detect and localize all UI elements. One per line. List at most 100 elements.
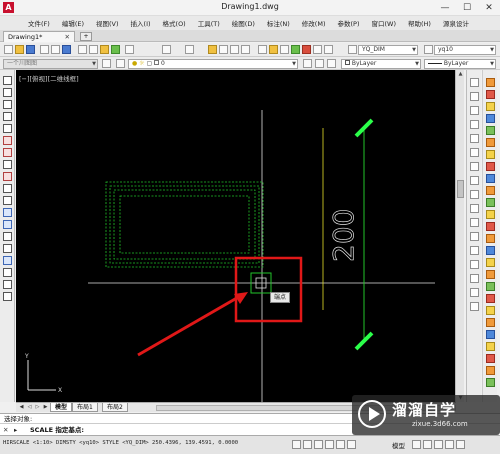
zoom-previous-icon[interactable] (241, 45, 250, 54)
rectangle-2[interactable] (109, 185, 260, 264)
polar-tracking-icon[interactable] (325, 440, 334, 449)
plugin-tool-13-icon[interactable] (486, 222, 495, 231)
make-block-icon[interactable] (3, 220, 12, 229)
trim-icon[interactable] (470, 204, 479, 213)
spline-icon[interactable] (3, 172, 12, 181)
plugin-tool-8-icon[interactable] (486, 162, 495, 171)
last-tab-icon[interactable]: ▶ (42, 404, 49, 411)
snap-mode-icon[interactable] (292, 440, 301, 449)
tab-layout1[interactable]: 布局1 (72, 403, 98, 412)
plugin-tool-11-icon[interactable] (486, 198, 495, 207)
plugin-tool-15-icon[interactable] (486, 246, 495, 255)
quick-view-icon[interactable] (412, 440, 421, 449)
rectangle-inner[interactable] (119, 195, 250, 254)
erase-icon[interactable] (470, 78, 479, 87)
break-at-point-icon[interactable] (470, 232, 479, 241)
pan-icon[interactable] (208, 45, 217, 54)
first-tab-icon[interactable]: ◀ (18, 404, 25, 411)
ellipse-icon[interactable] (3, 184, 12, 193)
new-tab-button[interactable]: + (80, 32, 92, 41)
rotate-icon[interactable] (470, 162, 479, 171)
rectangle-3[interactable] (113, 189, 256, 260)
grid-display-icon[interactable] (303, 440, 312, 449)
plugin-tool-20-icon[interactable] (486, 306, 495, 315)
move-icon[interactable] (470, 148, 479, 157)
properties-icon[interactable] (258, 45, 267, 54)
design-center-icon[interactable] (269, 45, 278, 54)
polygon-icon[interactable] (3, 112, 12, 121)
fillet-icon[interactable] (470, 288, 479, 297)
mirror-icon[interactable] (470, 106, 479, 115)
plugin-tool-18-icon[interactable] (486, 282, 495, 291)
circle-icon[interactable] (3, 148, 12, 157)
tab-drawing1[interactable]: Drawing1* ✕ (3, 31, 75, 42)
menu-parametric[interactable]: 参数(P) (331, 18, 365, 28)
quickcalc-icon[interactable] (313, 45, 322, 54)
stretch-icon[interactable] (470, 190, 479, 199)
plugin-tool-21-icon[interactable] (486, 318, 495, 327)
layer-previous-icon[interactable] (315, 59, 324, 68)
make-current-layer-icon[interactable] (303, 59, 312, 68)
maximize-button[interactable]: ☐ (456, 0, 478, 16)
rectangle-icon[interactable] (3, 124, 12, 133)
region-icon[interactable] (3, 268, 12, 277)
scroll-thumb[interactable] (457, 180, 464, 198)
gradient-icon[interactable] (3, 256, 12, 265)
tool-palettes-icon[interactable] (280, 45, 289, 54)
polyline-icon[interactable] (3, 100, 12, 109)
construction-line-icon[interactable] (3, 88, 12, 97)
layer-select[interactable]: ● ☼ ▢ 0 ▼ (128, 59, 298, 69)
plugin-tool-19-icon[interactable] (486, 294, 495, 303)
plugin-tool-17-icon[interactable] (486, 270, 495, 279)
undo-icon[interactable] (162, 45, 171, 54)
menu-draw[interactable]: 绘图(D) (226, 18, 261, 28)
layer-state-manager-icon[interactable] (102, 59, 111, 68)
plugin-tool-23-icon[interactable] (486, 342, 495, 351)
menu-help[interactable]: 帮助(H) (402, 18, 437, 28)
help-icon[interactable] (324, 45, 333, 54)
close-window-button[interactable]: ✕ (478, 0, 500, 16)
cut-icon[interactable] (78, 45, 87, 54)
plugin-tool-24-icon[interactable] (486, 354, 495, 363)
rectangle-outer[interactable] (105, 181, 264, 268)
layer-properties-icon[interactable] (116, 59, 125, 68)
plugin-tool-14-icon[interactable] (486, 234, 495, 243)
menu-dimension[interactable]: 标注(N) (261, 18, 296, 28)
plugin-tool-10-icon[interactable] (486, 186, 495, 195)
break-icon[interactable] (470, 246, 479, 255)
dimension-style-select[interactable]: YQ_DIM ▼ (358, 45, 418, 55)
extend-icon[interactable] (470, 218, 479, 227)
zoom-window-icon[interactable] (230, 45, 239, 54)
match-properties-icon[interactable] (111, 45, 120, 54)
redo-icon[interactable] (185, 45, 194, 54)
tab-layout2[interactable]: 布局2 (102, 403, 128, 412)
text-style-icon[interactable] (424, 45, 433, 54)
object-snap-icon[interactable] (336, 440, 345, 449)
open-file-icon[interactable] (15, 45, 24, 54)
scroll-up-icon[interactable]: ▲ (456, 70, 465, 78)
plugin-tool-25-icon[interactable] (486, 366, 495, 375)
layer-match-icon[interactable] (327, 59, 336, 68)
table-icon[interactable] (3, 280, 12, 289)
join-icon[interactable] (470, 260, 479, 269)
plugin-tool-4-icon[interactable] (486, 114, 495, 123)
array-icon[interactable] (470, 134, 479, 143)
sheet-set-icon[interactable] (291, 45, 300, 54)
revision-cloud-icon[interactable] (3, 160, 12, 169)
plugin-tool-6-icon[interactable] (486, 138, 495, 147)
zoom-realtime-icon[interactable] (219, 45, 228, 54)
menu-modify[interactable]: 修改(M) (296, 18, 332, 28)
vertical-scrollbar[interactable]: ▲ ▼ (455, 70, 464, 402)
model-space-label[interactable]: 模型 (392, 440, 405, 450)
dimension-style-icon[interactable] (348, 45, 357, 54)
multiline-text-icon[interactable] (3, 292, 12, 301)
text-style-select[interactable]: yq10 ▼ (434, 45, 496, 55)
lock-ui-icon[interactable] (445, 440, 454, 449)
menu-yuanquan[interactable]: 源泉设计 (437, 18, 475, 28)
new-file-icon[interactable] (4, 45, 13, 54)
copy-icon[interactable] (89, 45, 98, 54)
annotation-scale-icon[interactable] (423, 440, 432, 449)
menu-edit[interactable]: 编辑(E) (56, 18, 90, 28)
plugin-tool-5-icon[interactable] (486, 126, 495, 135)
plugin-tool-1-icon[interactable] (486, 78, 495, 87)
